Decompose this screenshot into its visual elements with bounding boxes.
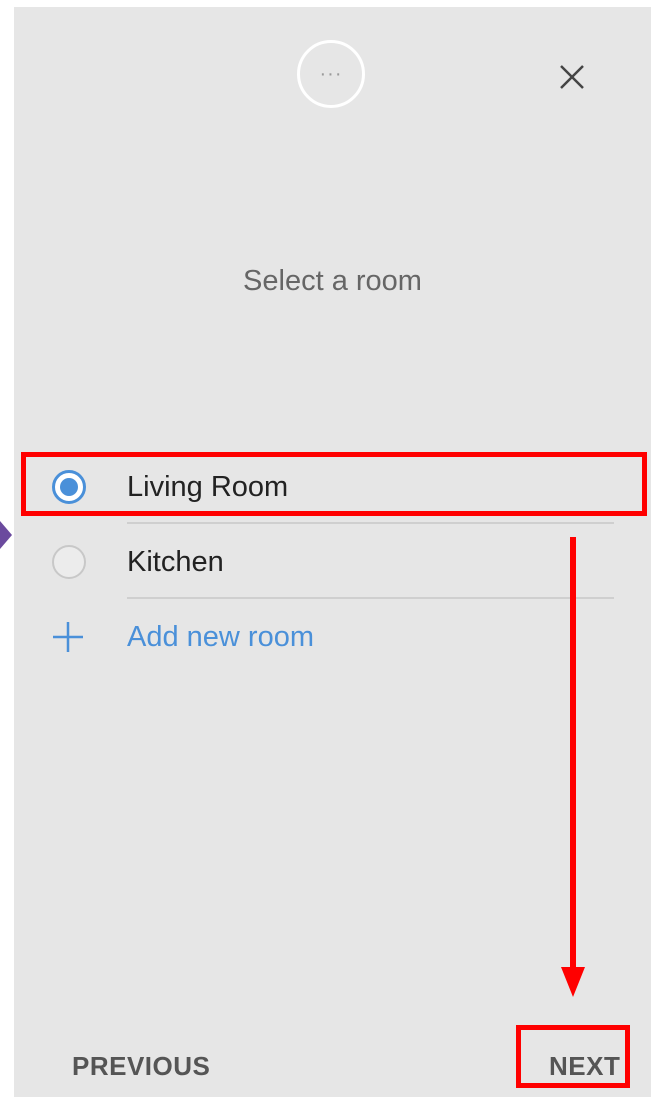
side-pointer-icon	[0, 521, 12, 549]
add-room-label: Add new room	[127, 621, 314, 653]
room-option-kitchen[interactable]: Kitchen	[14, 525, 651, 599]
previous-button[interactable]: PREVIOUS	[72, 1051, 210, 1082]
down-arrow-icon	[561, 537, 585, 997]
progress-glyph: ···	[319, 62, 343, 85]
room-selection-screen: ··· Select a room Living Room Kitchen Ad…	[14, 7, 651, 1097]
divider	[127, 522, 614, 524]
highlight-next-button	[516, 1025, 630, 1088]
page-title: Select a room	[243, 265, 422, 297]
close-button[interactable]	[552, 57, 592, 97]
close-icon	[560, 65, 584, 89]
highlight-living-room	[21, 452, 647, 516]
more-dots-icon: ···	[297, 40, 365, 108]
divider	[127, 597, 614, 599]
add-new-room-button[interactable]: Add new room	[14, 600, 651, 674]
plus-icon	[53, 622, 83, 652]
room-label: Kitchen	[127, 546, 224, 578]
radio-unselected-icon[interactable]	[52, 545, 86, 579]
